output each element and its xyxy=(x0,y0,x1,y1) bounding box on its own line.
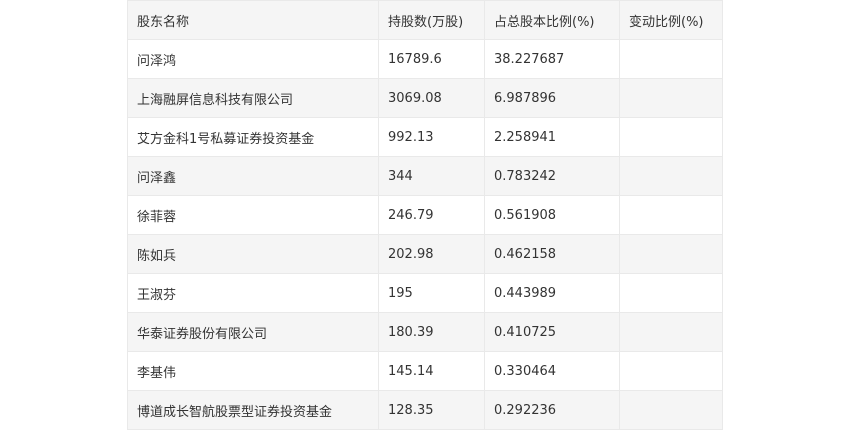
table-row: 李基伟 145.14 0.330464 xyxy=(127,351,723,391)
cell-share-ratio: 6.987896 xyxy=(484,78,620,118)
table-row: 徐菲蓉 246.79 0.561908 xyxy=(127,195,723,235)
table-row: 艾方金科1号私募证券投资基金 992.13 2.258941 xyxy=(127,117,723,157)
cell-share-ratio: 0.443989 xyxy=(484,273,620,313)
cell-change-ratio xyxy=(619,78,723,118)
cell-shares-held: 344 xyxy=(378,156,485,196)
cell-shareholder-name: 上海融屏信息科技有限公司 xyxy=(127,78,379,118)
table-row: 华泰证券股份有限公司 180.39 0.410725 xyxy=(127,312,723,352)
cell-shareholder-name: 博道成长智航股票型证券投资基金 xyxy=(127,390,379,430)
table-header-row: 股东名称 持股数(万股) 占总股本比例(%) 变动比例(%) xyxy=(127,0,723,40)
cell-shareholder-name: 艾方金科1号私募证券投资基金 xyxy=(127,117,379,157)
cell-shares-held: 195 xyxy=(378,273,485,313)
cell-change-ratio xyxy=(619,39,723,79)
cell-shareholder-name: 问泽鑫 xyxy=(127,156,379,196)
cell-change-ratio xyxy=(619,312,723,352)
cell-share-ratio: 0.292236 xyxy=(484,390,620,430)
header-change-ratio: 变动比例(%) xyxy=(619,0,723,40)
cell-shareholder-name: 王淑芬 xyxy=(127,273,379,313)
table-row: 问泽鸿 16789.6 38.227687 xyxy=(127,39,723,79)
cell-shareholder-name: 问泽鸿 xyxy=(127,39,379,79)
cell-shares-held: 180.39 xyxy=(378,312,485,352)
cell-shareholder-name: 华泰证券股份有限公司 xyxy=(127,312,379,352)
cell-share-ratio: 0.462158 xyxy=(484,234,620,274)
cell-share-ratio: 0.783242 xyxy=(484,156,620,196)
cell-shares-held: 202.98 xyxy=(378,234,485,274)
cell-shareholder-name: 李基伟 xyxy=(127,351,379,391)
cell-change-ratio xyxy=(619,195,723,235)
cell-shareholder-name: 徐菲蓉 xyxy=(127,195,379,235)
cell-change-ratio xyxy=(619,234,723,274)
table-row: 上海融屏信息科技有限公司 3069.08 6.987896 xyxy=(127,78,723,118)
cell-shareholder-name: 陈如兵 xyxy=(127,234,379,274)
table-row: 博道成长智航股票型证券投资基金 128.35 0.292236 xyxy=(127,390,723,430)
cell-shares-held: 246.79 xyxy=(378,195,485,235)
cell-share-ratio: 0.410725 xyxy=(484,312,620,352)
cell-change-ratio xyxy=(619,273,723,313)
cell-shares-held: 3069.08 xyxy=(378,78,485,118)
table-row: 问泽鑫 344 0.783242 xyxy=(127,156,723,196)
cell-share-ratio: 0.330464 xyxy=(484,351,620,391)
cell-shares-held: 16789.6 xyxy=(378,39,485,79)
cell-shares-held: 145.14 xyxy=(378,351,485,391)
table-row: 王淑芬 195 0.443989 xyxy=(127,273,723,313)
cell-shares-held: 128.35 xyxy=(378,390,485,430)
header-share-ratio: 占总股本比例(%) xyxy=(484,0,620,40)
cell-share-ratio: 38.227687 xyxy=(484,39,620,79)
cell-change-ratio xyxy=(619,156,723,196)
header-shares-held: 持股数(万股) xyxy=(378,0,485,40)
cell-change-ratio xyxy=(619,117,723,157)
cell-change-ratio xyxy=(619,390,723,430)
cell-share-ratio: 0.561908 xyxy=(484,195,620,235)
shareholder-table: 股东名称 持股数(万股) 占总股本比例(%) 变动比例(%) 问泽鸿 16789… xyxy=(127,0,723,430)
table-row: 陈如兵 202.98 0.462158 xyxy=(127,234,723,274)
cell-share-ratio: 2.258941 xyxy=(484,117,620,157)
cell-shares-held: 992.13 xyxy=(378,117,485,157)
cell-change-ratio xyxy=(619,351,723,391)
header-shareholder-name: 股东名称 xyxy=(127,0,379,40)
